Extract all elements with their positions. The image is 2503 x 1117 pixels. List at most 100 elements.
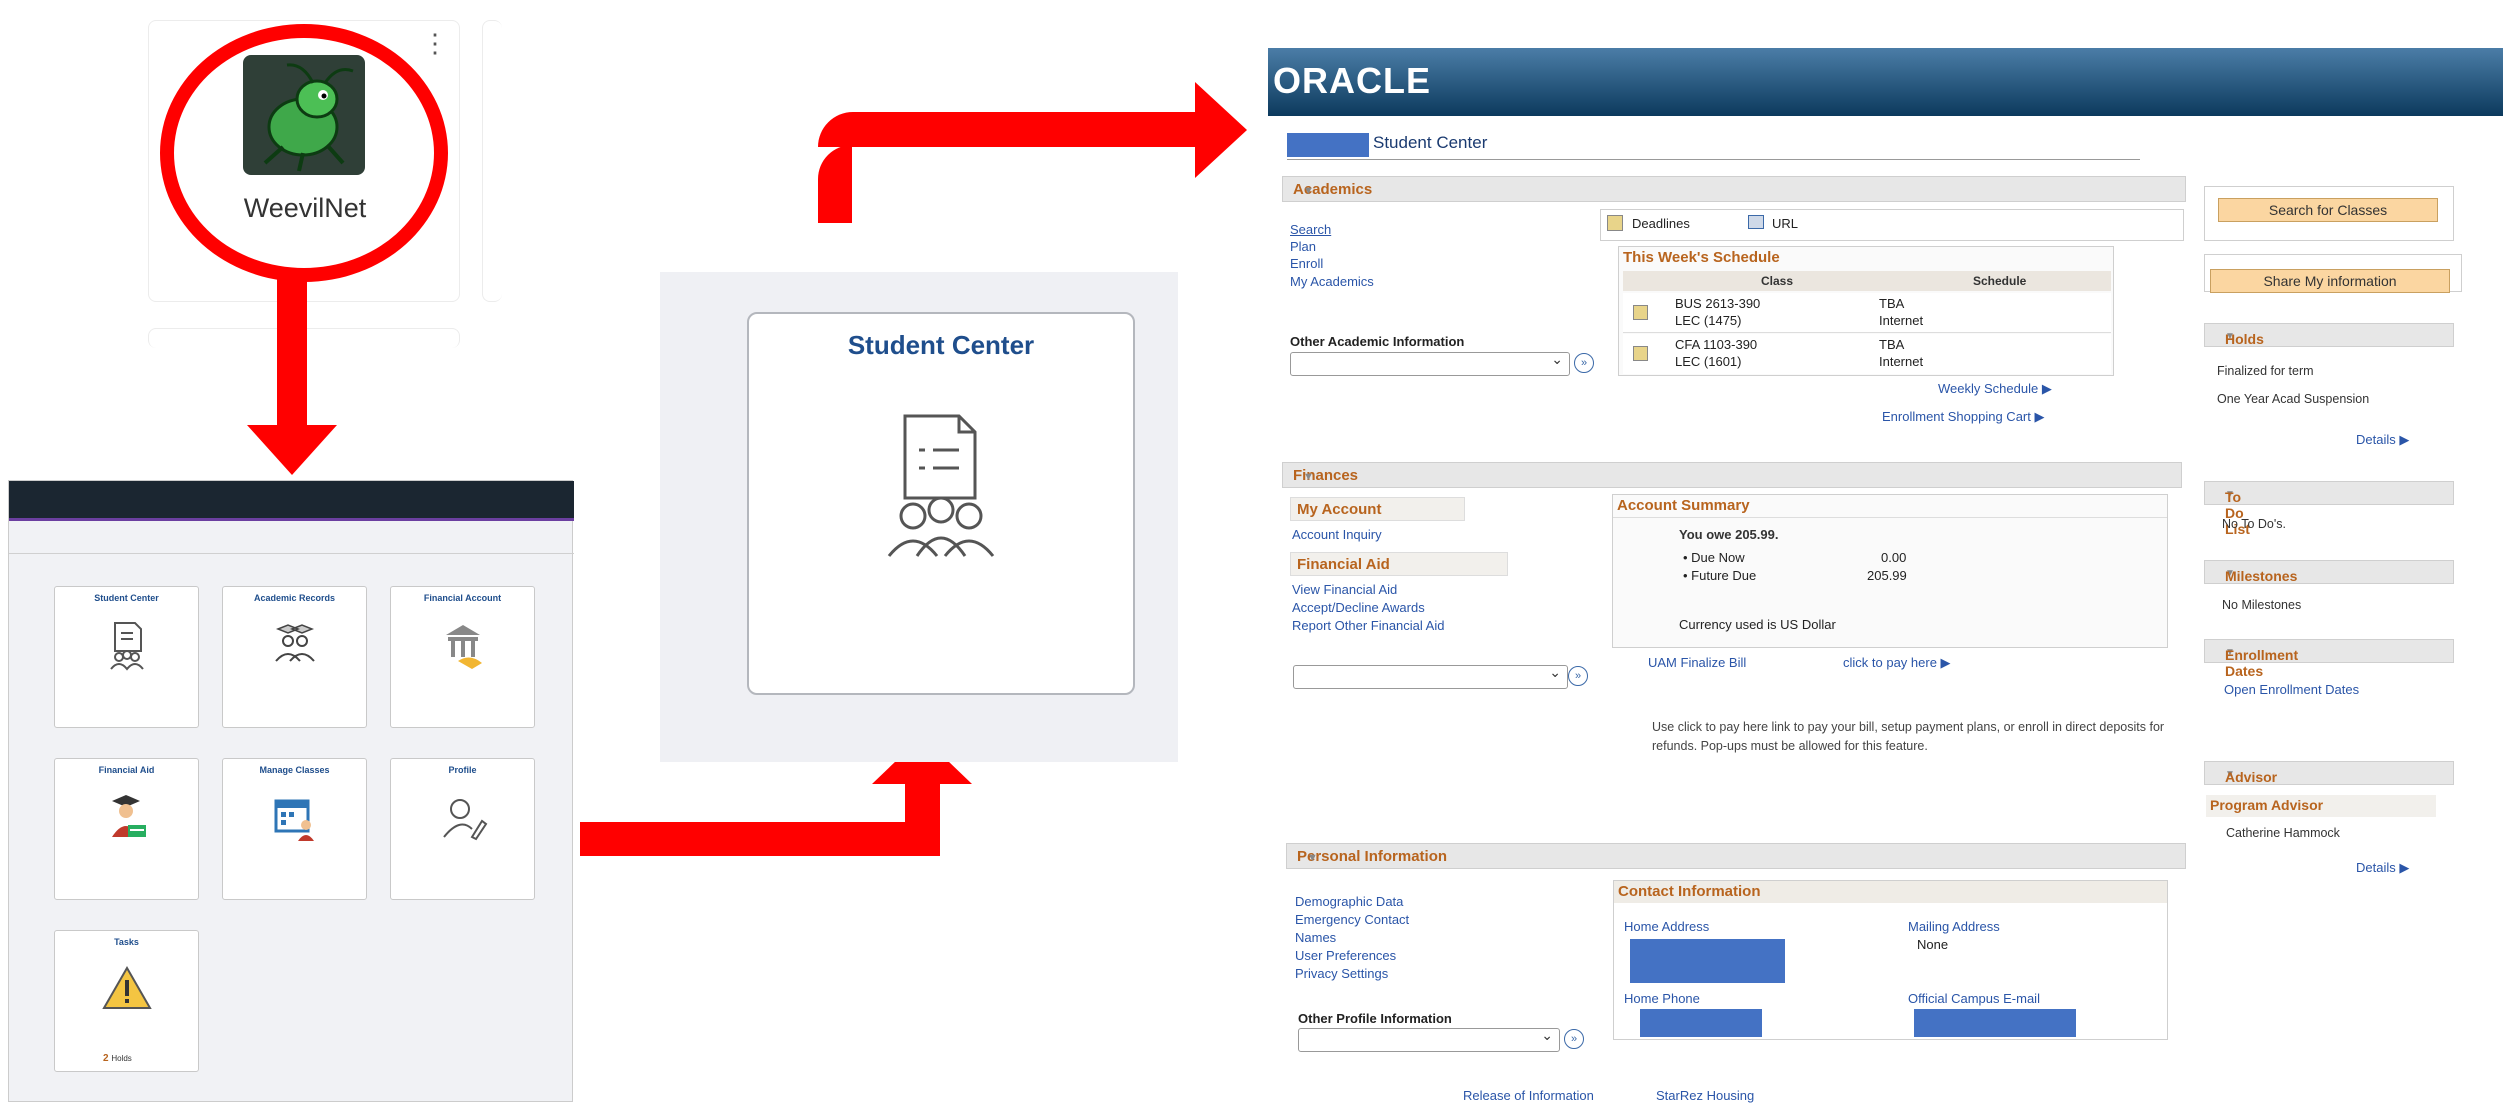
milestones-header[interactable]: ▼ Milestones <box>2204 560 2454 584</box>
redacted-name <box>1287 133 1369 157</box>
advisor-header[interactable]: ▼ Advisor <box>2204 761 2454 785</box>
calendar-person-icon <box>270 793 320 848</box>
collapse-icon[interactable]: ▼ <box>1307 852 1318 864</box>
arrow-down-head <box>247 425 337 475</box>
tile-title: Student Center <box>847 330 1035 360</box>
col-class: Class <box>1761 274 1794 288</box>
bank-icon <box>438 621 488 676</box>
account-summary-box: Account Summary You owe 205.99. • Due No… <box>1612 494 2168 648</box>
todo-text: No To Do's. <box>2222 517 2286 531</box>
class-icon[interactable] <box>1633 305 1648 320</box>
click-to-pay-link[interactable]: click to pay here ▶ <box>1843 655 1951 671</box>
tile-title: Financial Account <box>423 593 502 603</box>
account-inquiry-link[interactable]: Account Inquiry <box>1292 527 1382 542</box>
academics-link-search[interactable]: Search <box>1290 222 1331 237</box>
release-of-information-link[interactable]: Release of Information <box>1463 1088 1594 1103</box>
class-icon[interactable] <box>1633 346 1648 361</box>
other-academic-label: Other Academic Information <box>1290 334 1465 349</box>
go-button[interactable]: » <box>1568 666 1588 686</box>
url-link[interactable]: URL <box>1772 216 1798 231</box>
contact-info-header: Contact Information <box>1614 881 2167 903</box>
schedule-title: This Week's Schedule <box>1623 249 1780 266</box>
my-account-header: My Account <box>1290 497 1465 521</box>
graduates-icon <box>270 621 320 670</box>
collapse-icon[interactable]: ▼ <box>1303 471 1314 483</box>
collapse-icon[interactable]: ▼ <box>1303 185 1314 197</box>
tile-title: Tasks <box>114 937 139 947</box>
redacted-phone <box>1640 1009 1762 1037</box>
search-for-classes-button[interactable]: Search for Classes <box>2218 198 2438 222</box>
document-people-icon <box>883 412 999 565</box>
tile-academic-records[interactable]: Academic Records <box>222 586 367 728</box>
redacted-email <box>1914 1009 2076 1037</box>
finances-section-header[interactable]: ▼ Finances <box>1282 462 2182 488</box>
tasks-holds-count: 2 Holds <box>103 1053 132 1064</box>
shopping-cart-link[interactable]: Enrollment Shopping Cart ▶ <box>1882 409 2044 425</box>
finances-select[interactable] <box>1293 664 1568 689</box>
tile-tasks[interactable]: Tasks 2 Holds <box>54 930 199 1072</box>
home-address-label: Home Address <box>1624 919 1710 934</box>
tile-manage-classes[interactable]: Manage Classes <box>222 758 367 900</box>
due-now-value: 0.00 <box>1881 550 1907 565</box>
holds-details-link[interactable]: Details ▶ <box>2356 432 2409 448</box>
document-people-icon <box>107 621 147 676</box>
demographic-data-link[interactable]: Demographic Data <box>1295 894 1403 909</box>
highlight-circle <box>160 24 448 282</box>
program-advisor-header: Program Advisor <box>2206 795 2436 817</box>
deadlines-link[interactable]: Deadlines <box>1632 216 1690 231</box>
starrez-housing-link[interactable]: StarRez Housing <box>1656 1088 1754 1103</box>
tile-title: Profile <box>448 765 477 775</box>
emergency-contact-link[interactable]: Emergency Contact <box>1295 912 1409 927</box>
academics-link-plan[interactable]: Plan <box>1290 239 1316 254</box>
student-center-tile-zoom[interactable]: Student Center <box>747 312 1135 695</box>
privacy-settings-link[interactable]: Privacy Settings <box>1295 966 1388 981</box>
academics-link-enroll[interactable]: Enroll <box>1290 256 1323 271</box>
deadlines-icon[interactable] <box>1607 215 1623 231</box>
enrollment-dates-header[interactable]: ▼ Enrollment Dates <box>2204 639 2454 679</box>
redacted-address <box>1630 939 1785 983</box>
tile-student-center[interactable]: Student Center <box>54 586 199 728</box>
weekly-schedule-link[interactable]: Weekly Schedule ▶ <box>1938 381 2052 397</box>
class-name: BUS 2613-390 <box>1675 296 1761 311</box>
account-summary-title: Account Summary <box>1617 497 1750 514</box>
home-phone-label: Home Phone <box>1624 991 1700 1006</box>
other-profile-select[interactable] <box>1298 1027 1560 1052</box>
user-preferences-link[interactable]: User Preferences <box>1295 948 1396 963</box>
report-other-aid-link[interactable]: Report Other Financial Aid <box>1292 618 1444 633</box>
tile-financial-account[interactable]: Financial Account <box>390 586 535 728</box>
view-financial-aid-link[interactable]: View Financial Aid <box>1292 582 1397 597</box>
open-enrollment-dates-link[interactable]: Open Enrollment Dates <box>2224 682 2359 697</box>
milestones-text: No Milestones <box>2222 598 2302 612</box>
arrow-top-shaft-h <box>818 112 1200 147</box>
schedule-header-row: Class Schedule <box>1623 271 2111 291</box>
advisor-name: Catherine Hammock <box>2226 826 2340 840</box>
go-button[interactable]: » <box>1574 353 1594 373</box>
graduate-money-icon <box>102 793 152 848</box>
url-icon[interactable] <box>1748 215 1764 229</box>
academics-section-header[interactable]: ▼ Academics <box>1282 176 2186 202</box>
go-button[interactable]: » <box>1564 1029 1584 1049</box>
weekly-schedule-table: This Week's Schedule Class Schedule BUS … <box>1618 246 2114 376</box>
names-link[interactable]: Names <box>1295 930 1336 945</box>
tile-financial-aid[interactable]: Financial Aid <box>54 758 199 900</box>
schedule-time: TBA <box>1879 296 1905 311</box>
future-due-value: 205.99 <box>1867 568 1907 583</box>
todo-header[interactable]: ▼ To Do List <box>2204 481 2454 537</box>
oracle-logo: ORACLE <box>1273 60 1431 101</box>
arrow-right-shaft-v <box>905 780 940 856</box>
tile-title: Academic Records <box>253 593 336 603</box>
more-options-icon[interactable]: ⋮ <box>422 30 448 56</box>
advisor-details-link[interactable]: Details ▶ <box>2356 860 2409 876</box>
finalize-bill-link[interactable]: UAM Finalize Bill <box>1648 655 1746 670</box>
summary-divider <box>1613 517 2167 518</box>
schedule-location: Internet <box>1879 354 1924 369</box>
currency-note: Currency used is US Dollar <box>1679 617 1836 632</box>
other-academic-select[interactable] <box>1290 351 1570 376</box>
share-my-information-button[interactable]: Share My information <box>2210 269 2450 293</box>
tile-profile[interactable]: Profile <box>390 758 535 900</box>
holds-header[interactable]: ▼ Holds <box>2204 323 2454 347</box>
accept-decline-awards-link[interactable]: Accept/Decline Awards <box>1292 600 1425 615</box>
personal-section-header[interactable]: ▼ Personal Information <box>1286 843 2186 869</box>
academics-link-my-academics[interactable]: My Academics <box>1290 274 1374 289</box>
table-row: BUS 2613-390 LEC (1475) TBA Internet <box>1623 293 2111 333</box>
